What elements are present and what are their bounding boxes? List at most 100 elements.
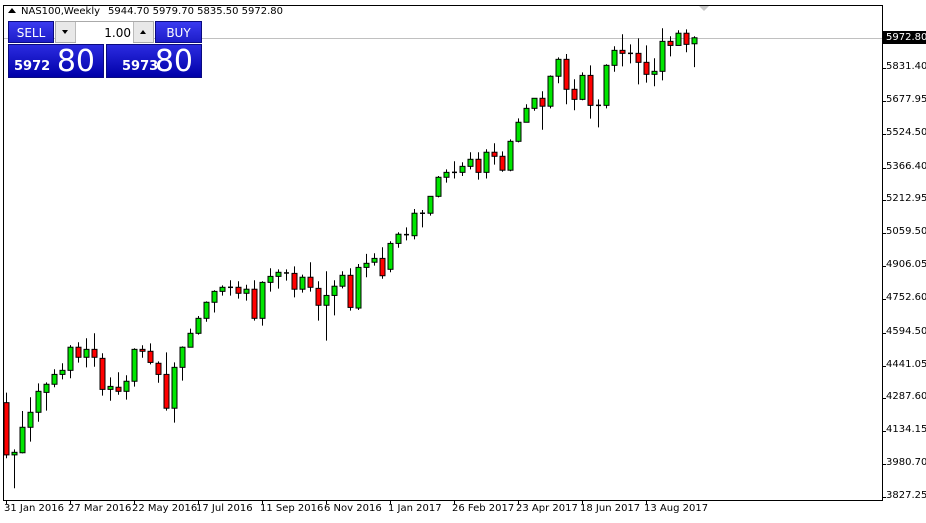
bear-candle-body [475, 158, 482, 173]
bull-candle-body [19, 426, 26, 454]
bull-candle-body [339, 274, 346, 287]
bear-candle-body [91, 348, 98, 358]
bull-candle-body [59, 369, 66, 375]
decrease-lot-button[interactable] [56, 22, 76, 42]
chart-title: NAS100,Weekly 5944.70 5979.70 5835.50 597… [8, 6, 283, 17]
bull-candle-body [187, 332, 194, 348]
bull-candle-body [243, 288, 250, 294]
arrow-up-icon [140, 30, 146, 34]
current-price-label: 5972.80 [883, 31, 926, 44]
candle [387, 241, 394, 273]
ohlc-close: 5972.80 [241, 6, 284, 17]
bull-candle-body [691, 37, 698, 45]
bull-candle-body [171, 366, 178, 409]
bear-candle-body [539, 97, 546, 107]
candle [435, 175, 442, 198]
bull-candle-body [579, 74, 586, 100]
bull-candle-body [531, 97, 538, 109]
candle [531, 97, 538, 111]
bear-candle-body [499, 155, 506, 171]
y-tick-label: 3980.70 [886, 457, 926, 468]
sell-price-button[interactable]: 5972 80 [8, 44, 104, 79]
bear-candle-body [163, 373, 170, 409]
bull-candle-body [179, 346, 186, 368]
bull-candle-body [435, 176, 442, 197]
bull-candle-body [611, 49, 618, 66]
bull-candle-body [355, 266, 362, 309]
bear-candle-body [155, 362, 162, 375]
bear-candle-body [667, 40, 674, 46]
x-tick-label: 26 Feb 2017 [452, 503, 515, 514]
bear-candle-body [115, 386, 122, 392]
lot-size-stepper [55, 21, 154, 44]
bull-candle-body [443, 171, 450, 178]
buy-button[interactable]: BUY [155, 21, 202, 43]
y-tick-label: 5677.95 [886, 94, 926, 105]
bear-candle-body [587, 74, 594, 106]
candle [203, 301, 210, 322]
sell-button[interactable]: SELL [8, 21, 54, 43]
candle [195, 315, 202, 335]
y-tick-label: 4287.60 [886, 391, 926, 402]
collapse-triangle-icon[interactable] [8, 8, 16, 13]
y-tick-label: 5524.50 [886, 127, 926, 138]
y-tick-label: 5059.50 [886, 226, 926, 237]
one-click-trading-panel: SELL BUY 5972 80 5973 80 [8, 21, 202, 79]
sell-price-major: 5972 [14, 59, 51, 74]
bull-candle-body [259, 281, 266, 319]
ohlc-low: 5835.50 [197, 6, 239, 17]
x-tick-label: 6 Nov 2016 [324, 503, 382, 514]
bull-candle-body [83, 348, 90, 358]
bear-candle-body [683, 32, 690, 45]
y-tick-label: 4752.60 [886, 292, 926, 303]
x-tick-label: 23 Apr 2017 [516, 503, 578, 514]
y-tick-label: 5831.40 [886, 61, 926, 72]
arrow-down-icon [62, 30, 68, 34]
bull-candle-body [219, 286, 226, 292]
x-tick-label: 31 Jan 2016 [4, 503, 64, 514]
bull-candle-body [547, 75, 554, 107]
bear-candle-body [635, 52, 642, 63]
bear-candle-body [491, 151, 498, 157]
sell-price-pips: 80 [56, 44, 95, 79]
bear-candle-body [139, 348, 146, 352]
increase-lot-button[interactable] [133, 22, 153, 42]
bull-candle-body [459, 165, 466, 173]
bull-candle-body [507, 140, 514, 171]
x-tick-label: 11 Sep 2016 [260, 503, 324, 514]
bull-candle-body [515, 121, 522, 142]
candle [507, 139, 514, 172]
bull-candle-body [43, 383, 50, 393]
y-tick-label: 5366.40 [886, 161, 926, 172]
y-tick-label: 3827.25 [886, 490, 926, 501]
bear-candle-body [147, 350, 154, 363]
bear-candle-body [379, 257, 386, 277]
bull-candle-body [467, 158, 474, 167]
ohlc-high: 5979.70 [152, 6, 194, 17]
y-tick-label: 4594.50 [886, 326, 926, 337]
bull-candle-body [67, 346, 74, 371]
lot-size-input[interactable] [76, 22, 133, 44]
bear-candle-body [291, 272, 298, 290]
y-tick-label: 5212.95 [886, 193, 926, 204]
bull-candle-body [27, 411, 34, 428]
bull-candle-body [331, 285, 338, 296]
x-tick-label: 27 Mar 2016 [68, 503, 132, 514]
bull-candle-body [35, 390, 42, 413]
bull-candle-body [211, 290, 218, 303]
bull-candle-body [11, 451, 18, 456]
bull-candle-body [123, 380, 130, 392]
bull-candle-body [203, 301, 210, 319]
bull-candle-body [427, 195, 434, 214]
price-chart[interactable] [0, 0, 926, 523]
bull-candle-body [107, 385, 114, 390]
bear-candle-body [347, 274, 354, 308]
bull-candle-body [603, 64, 610, 106]
bear-candle-body [99, 357, 106, 390]
bear-candle-body [75, 346, 82, 358]
x-tick-label: 17 Jul 2016 [196, 503, 253, 514]
symbol-period: NAS100,Weekly [21, 6, 101, 17]
bear-candle-body [235, 286, 242, 294]
candle [131, 348, 138, 387]
buy-price-button[interactable]: 5973 80 [106, 44, 202, 79]
